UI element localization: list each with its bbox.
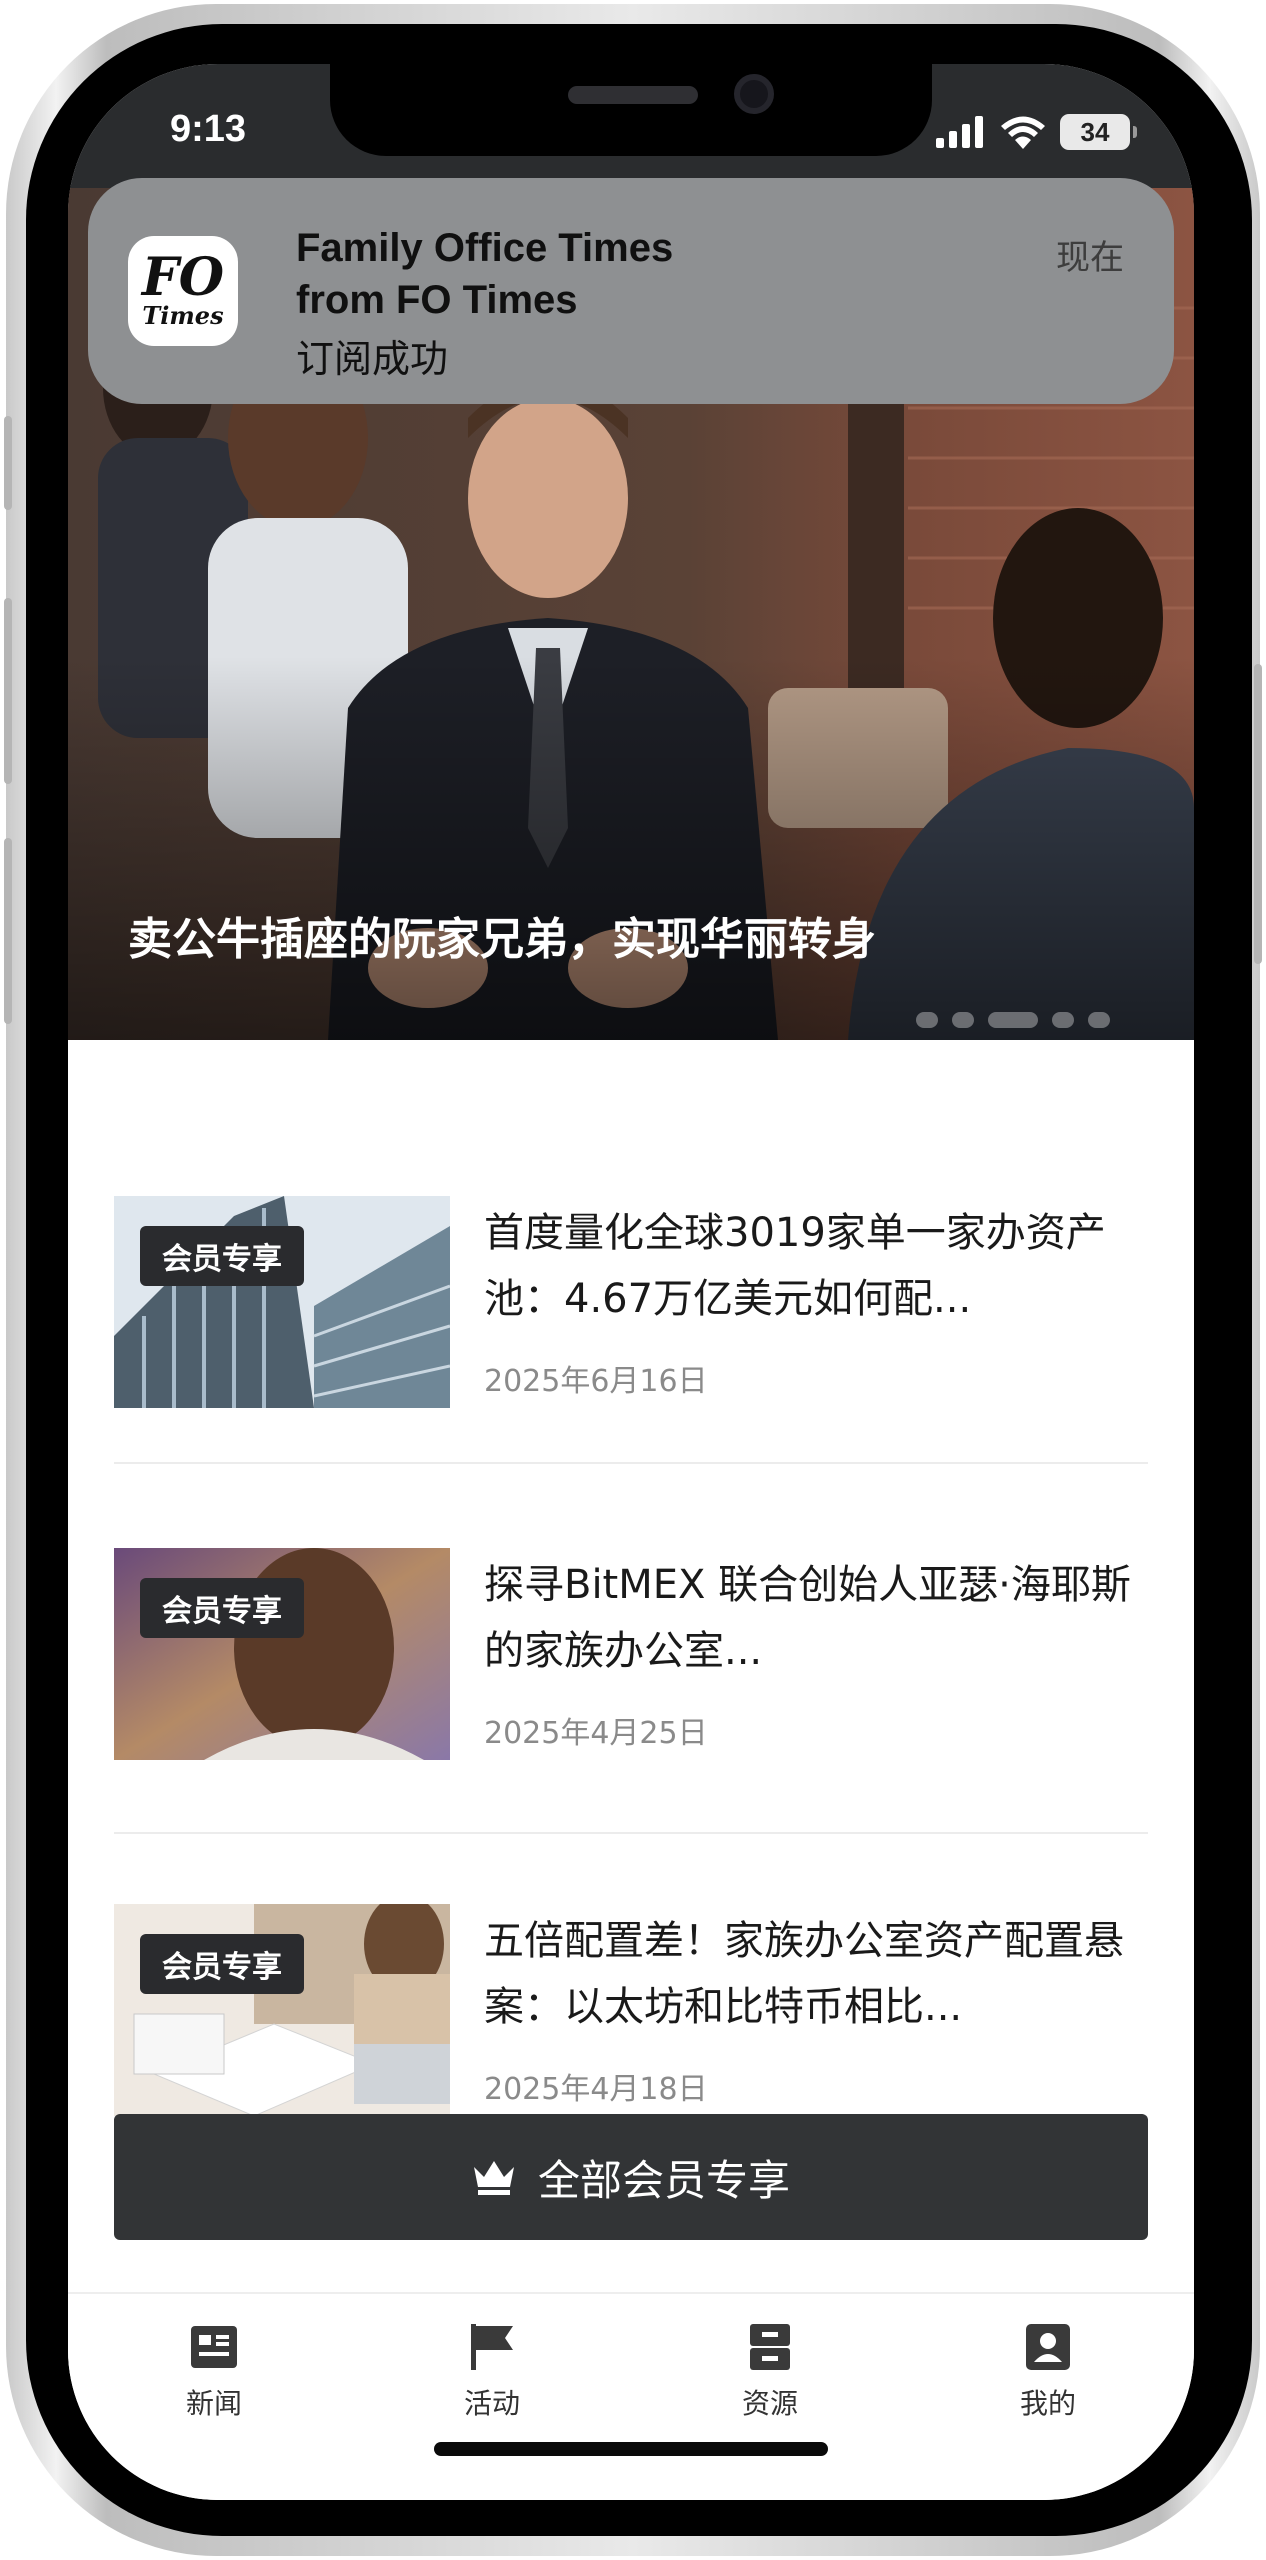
list-item[interactable]: 会员专享 探寻BitMEX 联合创始人亚瑟·海耶斯的家族办公室... 2025年… — [114, 1548, 1148, 1764]
home-indicator[interactable] — [434, 2442, 828, 2456]
status-time: 9:13 — [170, 108, 247, 150]
tab-bar: 新闻 活动 资源 我的 — [68, 2292, 1194, 2500]
side-button-silent — [4, 416, 12, 510]
article-date: 2025年4月25日 — [484, 1716, 708, 1751]
divider — [114, 1832, 1148, 1834]
member-badge: 会员专享 — [140, 1934, 304, 1994]
carousel-dots[interactable] — [916, 1012, 1110, 1028]
tab-events-label: 活动 — [463, 2387, 520, 2420]
battery-icon: 34 — [1060, 114, 1137, 150]
carousel-dot[interactable] — [952, 1012, 974, 1028]
screen: 9:13 34 卖公牛插座的阮家兄弟，实现华丽转身 FO Times Famil… — [68, 64, 1194, 2500]
flag-icon — [471, 2324, 513, 2370]
wifi-icon — [1001, 116, 1045, 149]
fo-times-logo: FO Times — [128, 236, 238, 346]
article-title[interactable]: 首度量化全球3019家单一家办资产池：4.67万亿美元如何配... — [484, 1200, 1148, 1332]
notification-body: 订阅成功 — [296, 337, 449, 381]
member-badge: 会员专享 — [140, 1578, 304, 1638]
list-item[interactable]: 会员专享 五倍配置差！家族办公室资产配置悬案：以太坊和比特币相比... 2025… — [114, 1904, 1148, 2120]
article-thumbnail[interactable]: 会员专享 — [114, 1196, 450, 1408]
status-icons: 34 — [936, 112, 1137, 152]
tab-resources-label: 资源 — [741, 2387, 798, 2420]
article-title[interactable]: 五倍配置差！家族办公室资产配置悬案：以太坊和比特币相比... — [484, 1908, 1148, 2040]
tab-profile[interactable]: 我的 — [968, 2322, 1128, 2422]
article-date: 2025年4月18日 — [484, 2072, 708, 2107]
front-camera — [734, 74, 774, 114]
tab-news[interactable]: 新闻 — [134, 2322, 294, 2422]
tab-news-label: 新闻 — [185, 2387, 242, 2420]
side-button-volume-down — [4, 838, 12, 1024]
profile-icon — [1026, 2324, 1070, 2370]
tab-profile-label: 我的 — [1019, 2387, 1076, 2420]
tab-resources[interactable]: 资源 — [690, 2322, 850, 2422]
news-icon — [191, 2326, 237, 2368]
article-thumbnail[interactable]: 会员专享 — [114, 1548, 450, 1760]
all-members-label: 全部会员专享 — [537, 2155, 790, 2205]
carousel-dot[interactable] — [1088, 1012, 1110, 1028]
carousel-dot[interactable] — [916, 1012, 938, 1028]
notification-subtitle: from FO Times — [296, 278, 578, 322]
resources-icon — [750, 2324, 790, 2370]
carousel-dot[interactable] — [1052, 1012, 1074, 1028]
notification-title: Family Office Times — [296, 226, 674, 270]
article-title[interactable]: 探寻BitMEX 联合创始人亚瑟·海耶斯的家族办公室... — [484, 1552, 1148, 1684]
notch — [330, 64, 932, 156]
side-button-power — [1254, 664, 1262, 964]
all-members-button[interactable]: 全部会员专享 — [114, 2114, 1148, 2240]
notification-time: 现在 — [1056, 238, 1124, 278]
tab-events[interactable]: 活动 — [412, 2322, 572, 2422]
side-button-volume-up — [4, 598, 12, 784]
speaker-grille — [568, 86, 698, 104]
push-notification[interactable]: FO Times Family Office Times from FO Tim… — [88, 178, 1174, 404]
member-badge: 会员专享 — [140, 1226, 304, 1286]
article-date: 2025年6月16日 — [484, 1364, 708, 1399]
logo-fo: FO — [141, 247, 225, 308]
carousel-dot-active[interactable] — [988, 1012, 1038, 1028]
divider — [114, 1462, 1148, 1464]
signal-icon — [936, 116, 983, 148]
list-item[interactable]: 会员专享 首度量化全球3019家单一家办资产池：4.67万亿美元如何配... 2… — [114, 1196, 1148, 1412]
article-thumbnail[interactable]: 会员专享 — [114, 1904, 450, 2116]
logo-times: Times — [142, 301, 224, 330]
crown-icon — [473, 2161, 514, 2195]
hero-title[interactable]: 卖公牛插座的阮家兄弟，实现华丽转身 — [128, 906, 948, 974]
